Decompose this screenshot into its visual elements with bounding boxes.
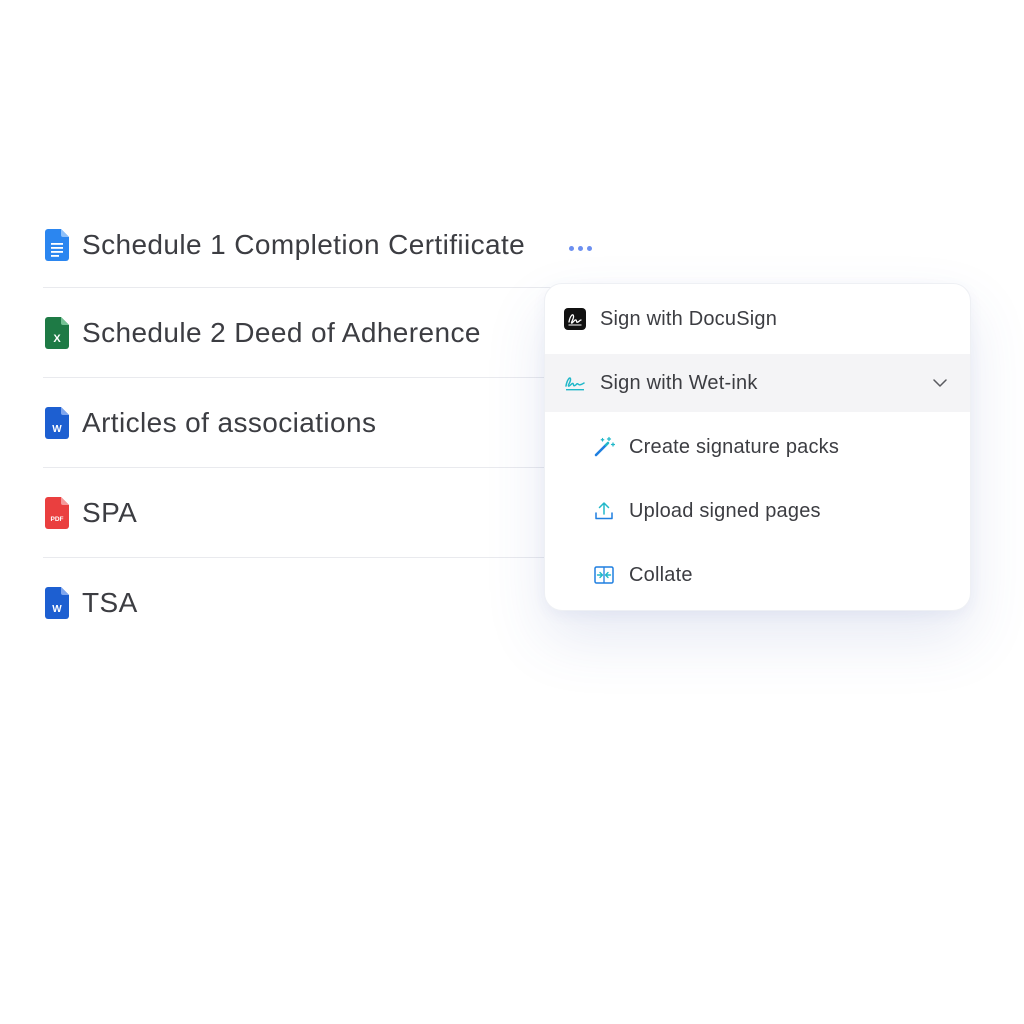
word-icon: W (45, 406, 69, 439)
document-name: SPA (82, 496, 138, 528)
document-name: Schedule 2 Deed of Adherence (82, 316, 481, 348)
menu-item-label: Sign with DocuSign (600, 307, 778, 330)
document-name: TSA (82, 586, 138, 618)
document-name: Articles of associations (82, 406, 377, 438)
page: Schedule 1 Completion Certifiicate X Sch… (0, 0, 1024, 1024)
google-doc-icon (45, 229, 69, 261)
menu-item-label: Create signature packs (629, 435, 840, 458)
docusign-icon (564, 308, 586, 330)
chevron-down-icon[interactable] (930, 373, 950, 393)
more-dots-icon (568, 245, 574, 251)
more-dots-icon (586, 245, 592, 251)
collate-icon (594, 566, 614, 584)
signature-icon (565, 377, 585, 391)
menu-item-label: Upload signed pages (629, 499, 821, 522)
document-row[interactable]: X Schedule 2 Deed of Adherence (43, 288, 623, 378)
word-badge: W (52, 604, 62, 615)
excel-icon: X (45, 316, 69, 349)
magic-wand-icon (594, 436, 615, 457)
menu-item-create-signature-packs[interactable]: Create signature packs (545, 418, 970, 476)
menu-item-sign-wet-ink[interactable]: Sign with Wet-ink (545, 354, 970, 412)
document-list: Schedule 1 Completion Certifiicate X Sch… (43, 203, 623, 647)
document-row[interactable]: PDF SPA (43, 468, 623, 558)
more-dots-icon (577, 245, 583, 251)
menu-item-collate[interactable]: Collate (545, 546, 970, 604)
more-options-button[interactable] (563, 236, 597, 260)
document-name: Schedule 1 Completion Certifiicate (82, 229, 526, 260)
menu-item-upload-signed-pages[interactable]: Upload signed pages (545, 482, 970, 540)
document-row[interactable]: W TSA (43, 558, 623, 647)
menu-item-label: Collate (629, 563, 693, 586)
word-icon: W (45, 586, 69, 619)
menu-item-label: Sign with Wet-ink (600, 371, 758, 394)
document-row[interactable]: Schedule 1 Completion Certifiicate (43, 203, 623, 288)
upload-icon (595, 502, 613, 520)
pdf-badge: PDF (51, 516, 64, 523)
word-badge: W (52, 424, 62, 435)
pdf-icon: PDF (45, 496, 69, 529)
sign-options-menu: Sign with DocuSign Sign with Wet-ink Cre… (544, 283, 971, 611)
document-row[interactable]: W Articles of associations (43, 378, 623, 468)
excel-badge: X (53, 333, 61, 345)
menu-item-sign-docusign[interactable]: Sign with DocuSign (545, 290, 970, 348)
